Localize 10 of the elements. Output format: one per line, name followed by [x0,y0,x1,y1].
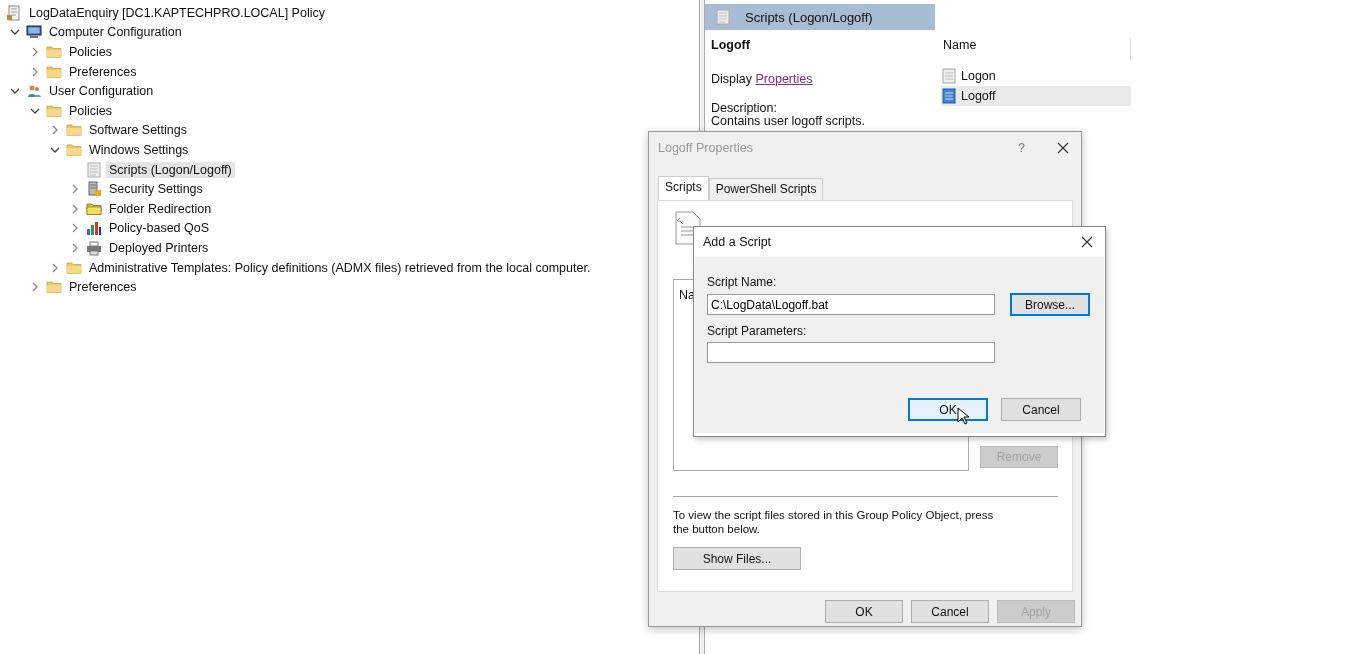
description-label: Description: [711,101,778,115]
item-heading: Logoff [711,38,751,52]
description-text: Contains user logoff scripts. [711,114,866,128]
dialog-title: Add a Script [703,235,773,249]
info-text: To view the script files stored in this Group Policy Object, press the button below. [673,508,995,536]
display-label: Display [711,72,753,86]
field-label: Script Parameters: [707,324,808,338]
field-label: Script Name: [707,275,778,289]
dialog-title: Logoff Properties [658,141,754,155]
pane-title: Scripts (Logon/Logoff) [745,9,873,25]
